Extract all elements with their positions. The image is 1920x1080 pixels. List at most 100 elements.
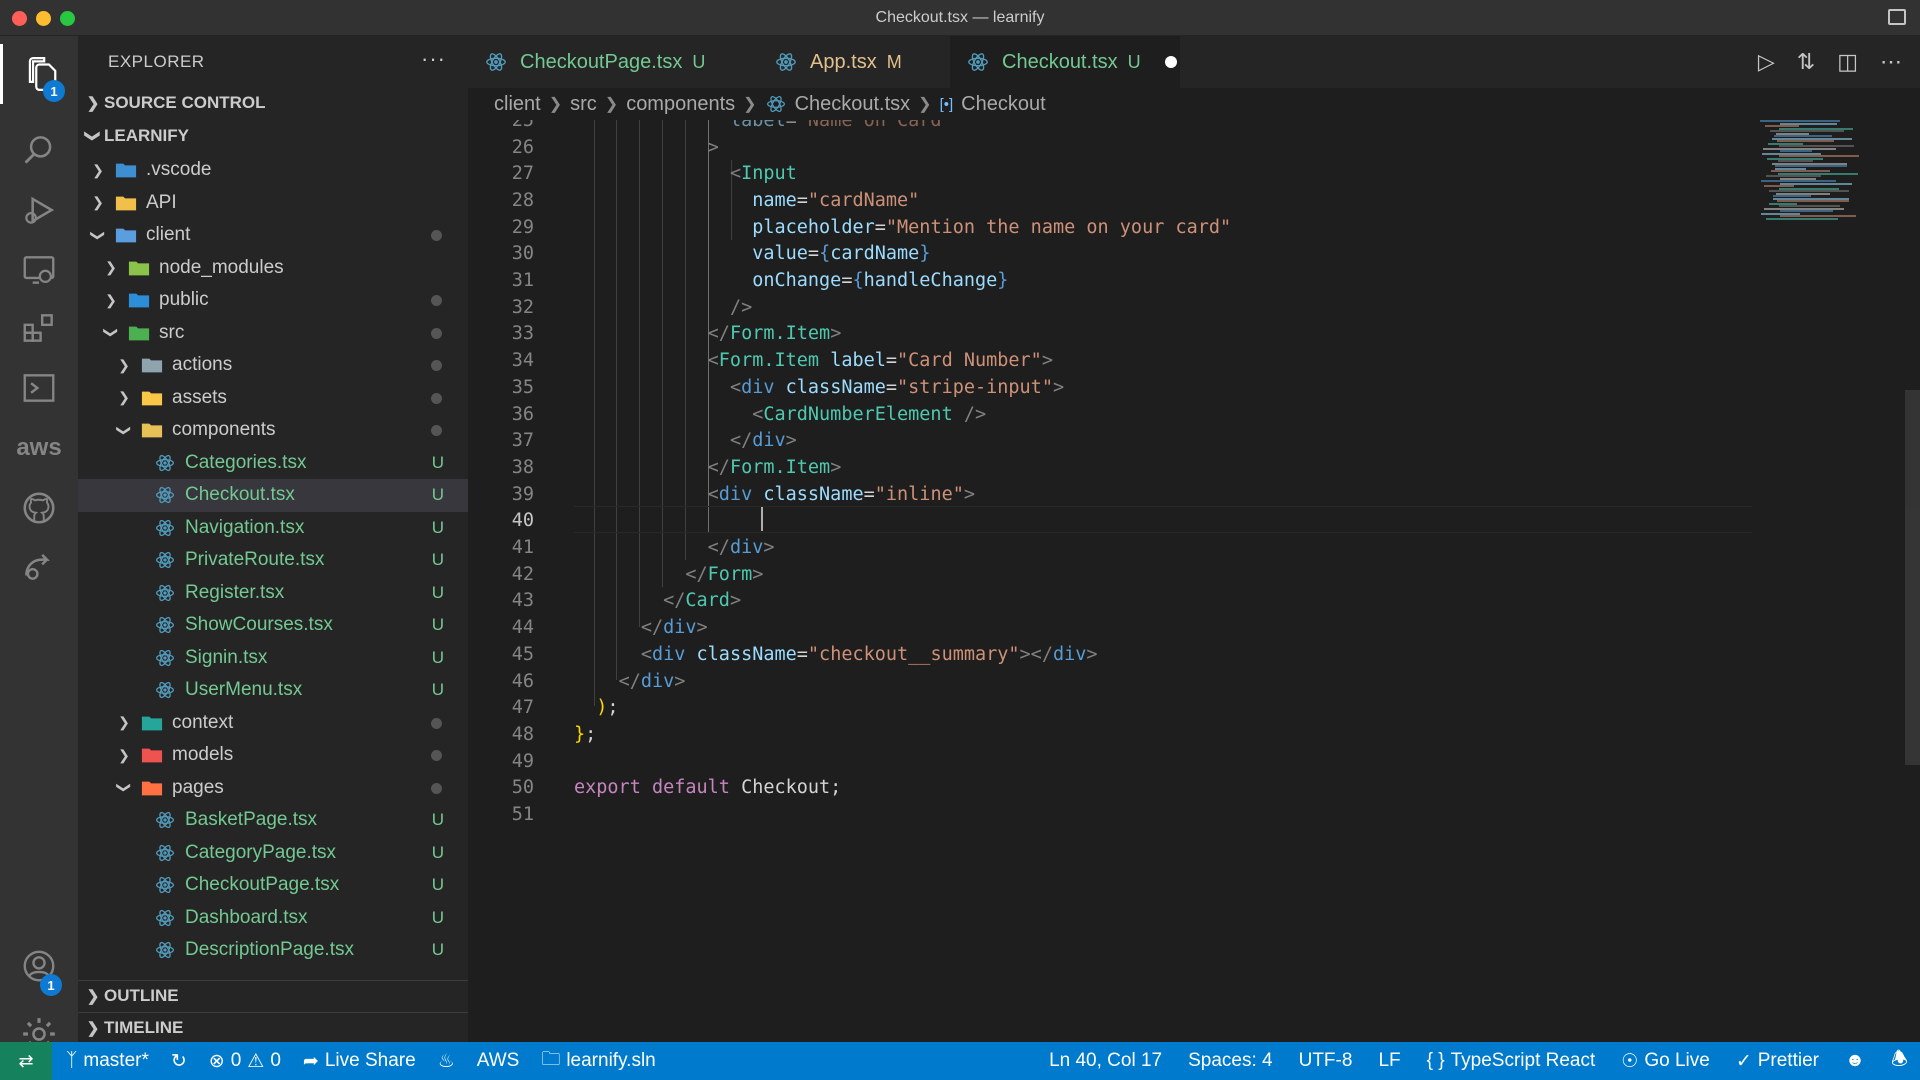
folder-item[interactable]: ❯ API <box>78 187 468 220</box>
file-item[interactable]: CategoryPage.tsx U <box>78 837 468 870</box>
code-line[interactable]: 35 <div className="stripe-input"> <box>468 374 1768 401</box>
file-item[interactable]: UserMenu.tsx U <box>78 674 468 707</box>
project-section[interactable]: ❯ LEARNIFY <box>78 121 468 151</box>
explorer-activity-button[interactable]: 1 <box>0 44 78 104</box>
file-item[interactable]: BasketPage.tsx U <box>78 804 468 837</box>
file-item[interactable]: Navigation.tsx U <box>78 512 468 545</box>
breadcrumb-item[interactable]: components <box>626 93 735 116</box>
tab-checkout[interactable]: Checkout.tsx U <box>950 36 1180 88</box>
timeline-section[interactable]: ❯ TIMELINE <box>78 1012 468 1042</box>
solution-button[interactable]: 🗀 learnify.sln <box>541 1045 655 1077</box>
code-line[interactable]: 26 > <box>468 134 1768 161</box>
code-line[interactable]: 37 </div> <box>468 427 1768 454</box>
unsaved-dot-icon[interactable] <box>1164 56 1177 68</box>
code-line[interactable]: 50 export default Checkout; <box>468 775 1768 802</box>
code-line[interactable]: 28 name="cardName" <box>468 187 1768 214</box>
more-actions-icon[interactable]: ⋯ <box>1880 49 1902 75</box>
tab-checkoutpage[interactable]: CheckoutPage.tsx U <box>468 36 758 88</box>
code-line[interactable]: 38 </Form.Item> <box>468 454 1768 481</box>
folder-item[interactable]: ❯ client <box>78 219 468 252</box>
code-line[interactable]: 36 <CardNumberElement /> <box>468 401 1768 428</box>
search-activity-button[interactable] <box>0 120 78 180</box>
code-line[interactable]: 49 <box>468 748 1768 775</box>
breadcrumb-item[interactable]: client <box>494 93 541 116</box>
prettier-button[interactable]: ✓ Prettier <box>1736 1050 1819 1073</box>
explorer-more-actions-button[interactable]: ··· <box>421 46 446 72</box>
code-line[interactable]: 48}; <box>468 721 1768 748</box>
run-debug-activity-button[interactable] <box>0 180 78 240</box>
file-item[interactable]: Dashboard.tsx U <box>78 902 468 935</box>
folder-item[interactable]: ❯ actions <box>78 349 468 382</box>
encoding[interactable]: UTF-8 <box>1299 1050 1353 1072</box>
folder-item[interactable]: ❯ pages <box>78 772 468 805</box>
file-item[interactable]: Signin.tsx U <box>78 642 468 675</box>
code-line[interactable]: 39 <div className="inline"> <box>468 481 1768 508</box>
folder-item[interactable]: ❯ src <box>78 317 468 350</box>
remote-indicator[interactable]: ⇄ <box>0 1042 52 1080</box>
folder-item[interactable]: ❯ public <box>78 284 468 317</box>
live-share-button[interactable]: ➦ Live Share <box>303 1050 416 1073</box>
file-item[interactable]: ShowCourses.tsx U <box>78 609 468 642</box>
tab-app[interactable]: App.tsx M <box>758 36 950 88</box>
cursor-position[interactable]: Ln 40, Col 17 <box>1049 1050 1162 1072</box>
file-item[interactable]: Categories.tsx U <box>78 447 468 480</box>
indentation[interactable]: Spaces: 4 <box>1188 1050 1273 1072</box>
file-item[interactable]: DescriptionPage.tsx U <box>78 934 468 967</box>
code-line[interactable]: 43 </Card> <box>468 588 1768 615</box>
live-share-activity-button[interactable] <box>0 536 78 596</box>
feedback-icon[interactable]: ☻ <box>1845 1050 1865 1072</box>
breadcrumb-item[interactable]: src <box>570 93 597 116</box>
end-of-line[interactable]: LF <box>1378 1050 1400 1072</box>
terminal-activity-button[interactable] <box>0 358 78 418</box>
code-line[interactable]: 31 onChange={handleChange} <box>468 267 1768 294</box>
breadcrumb-item[interactable]: Checkout.tsx <box>795 93 911 116</box>
code-line[interactable]: 46 </div> <box>468 668 1768 695</box>
file-item[interactable]: PrivateRoute.tsx U <box>78 544 468 577</box>
code-line[interactable]: 47 ); <box>468 694 1768 721</box>
breadcrumb-item[interactable]: Checkout <box>961 93 1046 116</box>
code-line[interactable]: 34 <Form.Item label="Card Number"> <box>468 347 1768 374</box>
customize-layout-icon[interactable] <box>1888 9 1906 25</box>
split-editor-icon[interactable]: ◫ <box>1837 49 1858 75</box>
minimap[interactable] <box>1760 120 1900 250</box>
problems-indicator[interactable]: ⊗ 0 ⚠ 0 <box>209 1050 281 1073</box>
bell-icon[interactable]: 🕭 <box>1891 1045 1908 1077</box>
folder-item[interactable]: ❯ .vscode <box>78 154 468 187</box>
code-line[interactable]: 33 </Form.Item> <box>468 321 1768 348</box>
branch-indicator[interactable]: ᛉ master* <box>66 1050 149 1072</box>
code-line[interactable]: 29 placeholder="Mention the name on your… <box>468 214 1768 241</box>
source-control-section[interactable]: ❯ SOURCE CONTROL <box>78 88 468 118</box>
github-activity-button[interactable] <box>0 478 78 538</box>
code-line[interactable]: 44 </div> <box>468 614 1768 641</box>
code-line[interactable]: 25 label="Name on Card" <box>468 120 1768 134</box>
file-item[interactable]: Register.tsx U <box>78 577 468 610</box>
vertical-scrollbar[interactable] <box>1905 390 1920 765</box>
folder-item[interactable]: ❯ assets <box>78 382 468 415</box>
aws-activity-button[interactable]: aws <box>0 418 78 478</box>
flame-button[interactable]: ♨ <box>438 1050 455 1073</box>
code-line[interactable]: 41 </div> <box>468 534 1768 561</box>
accounts-activity-button[interactable]: 1 <box>0 936 78 996</box>
extensions-activity-button[interactable] <box>0 298 78 358</box>
go-live-button[interactable]: ☉ Go Live <box>1621 1050 1710 1073</box>
code-line[interactable]: 51 <box>468 801 1768 828</box>
outline-section[interactable]: ❯ OUTLINE <box>78 980 468 1010</box>
file-item[interactable]: CheckoutPage.tsx U <box>78 869 468 902</box>
folder-item[interactable]: ❯ models <box>78 739 468 772</box>
language-mode[interactable]: { } TypeScript React <box>1427 1050 1596 1072</box>
code-line[interactable]: 40 <box>468 508 1768 535</box>
folder-item[interactable]: ❯ context <box>78 707 468 740</box>
code-line[interactable]: 45 <div className="checkout__summary"></… <box>468 641 1768 668</box>
run-icon[interactable]: ▷ <box>1758 49 1775 75</box>
aws-button[interactable]: AWS <box>477 1050 520 1072</box>
code-editor[interactable]: 25 label="Name on Card" 26 >27 <Input 28 n… <box>468 120 1920 1042</box>
code-line[interactable]: 42 </Form> <box>468 561 1768 588</box>
sync-button[interactable]: ↻ <box>171 1050 187 1073</box>
remote-explorer-activity-button[interactable] <box>0 240 78 300</box>
code-line[interactable]: 32 /> <box>468 294 1768 321</box>
code-line[interactable]: 27 <Input <box>468 160 1768 187</box>
code-line[interactable]: 30 value={cardName} <box>468 241 1768 268</box>
folder-item[interactable]: ❯ components <box>78 414 468 447</box>
folder-item[interactable]: ❯ node_modules <box>78 252 468 285</box>
compare-changes-icon[interactable]: ⇅ <box>1797 49 1815 75</box>
